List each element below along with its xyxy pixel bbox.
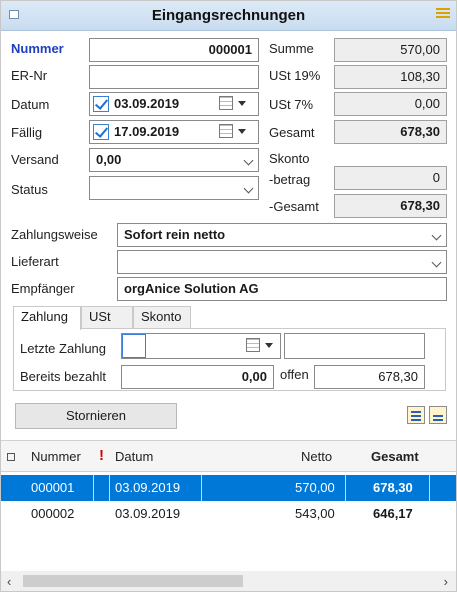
cell-gesamt: 646,17 [373,506,413,521]
tab-ust[interactable]: USt [81,306,133,328]
column-flag[interactable]: ! [99,447,104,464]
column-netto[interactable]: Netto [301,449,332,464]
export-icon[interactable] [407,406,425,424]
cell-netto: 543,00 [295,506,335,521]
zahlung-panel: Letzte Zahlung Bereits bezahlt 0,00 offe… [13,328,446,391]
versand-label: Versand [11,152,59,167]
chevron-down-icon[interactable] [431,230,442,241]
chevron-down-icon[interactable] [243,155,254,166]
status-label: Status [11,182,48,197]
select-all-checkbox[interactable] [7,453,15,461]
scrollbar-thumb[interactable] [23,575,243,587]
cell-gesamt: 678,30 [373,480,413,495]
empfaenger-field[interactable]: orgAnice Solution AG [117,277,447,301]
scroll-right-icon[interactable]: › [444,574,448,589]
nummer-field[interactable]: 000001 [89,38,259,62]
ust19-label: USt 19% [269,68,321,83]
calendar-icon[interactable] [219,124,233,138]
invoice-window: Eingangsrechnungen Nummer 000001 ER-Nr D… [0,0,457,592]
lieferart-label: Lieferart [11,254,59,269]
offen-label: offen [280,367,309,382]
lieferart-dropdown[interactable] [117,250,447,274]
zahlungsweise-label: Zahlungsweise [11,227,98,242]
table-row[interactable]: 000002 03.09.2019 543,00 646,17 [1,501,456,527]
horizontal-scrollbar[interactable]: ‹ › [1,571,456,591]
cell-nummer: 000002 [31,506,75,521]
tab-zahlung[interactable]: Zahlung [13,306,81,330]
menu-icon[interactable] [436,8,450,22]
table-header: Nummer ! Datum Netto Gesamt [1,440,456,472]
ernr-field[interactable] [89,65,259,89]
chevron-down-icon[interactable] [238,129,246,134]
chevron-down-icon[interactable] [431,257,442,268]
window-title: Eingangsrechnungen [151,7,306,24]
skonto-gesamt-label: -Gesamt [269,199,319,214]
summe-label: Summe [269,41,314,56]
skonto-betrag-field: 0 [334,166,447,190]
skonto-betrag-label: -betrag [269,172,311,187]
ust7-label: USt 7% [269,97,314,112]
ust19-field: 108,30 [334,65,447,89]
column-datum[interactable]: Datum [115,449,153,464]
letzte-zahlung-extra[interactable] [284,333,425,359]
chevron-down-icon[interactable] [238,101,246,106]
zahlungsweise-dropdown[interactable]: Sofort rein netto [117,223,447,247]
status-dropdown[interactable] [89,176,259,200]
bereits-bezahlt-field[interactable]: 0,00 [121,365,274,389]
versand-dropdown[interactable]: 0,00 [89,148,259,172]
letzte-zahlung-checkbox[interactable] [122,334,146,358]
datum-checkbox[interactable] [93,96,109,112]
offen-field: 678,30 [314,365,425,389]
column-gesamt[interactable]: Gesamt [371,449,419,464]
table-row[interactable]: 000001 03.09.2019 570,00 678,30 [1,475,456,501]
cell-nummer: 000001 [31,480,75,495]
nummer-label: Nummer [11,41,64,56]
calendar-icon[interactable] [219,96,233,110]
summe-field: 570,00 [334,38,447,62]
letzte-zahlung-date[interactable] [121,333,281,359]
gesamt-field: 678,30 [334,120,447,144]
zahlungsweise-value: Sofort rein netto [124,227,226,242]
datum-label: Datum [11,97,50,112]
ust7-field: 0,00 [334,92,447,116]
tab-skonto[interactable]: Skonto [133,306,191,328]
gesamt-label: Gesamt [269,125,315,140]
cell-datum: 03.09.2019 [115,480,181,495]
faellig-label: Fällig [11,125,43,140]
datum-value: 03.09.2019 [114,96,180,111]
title-bar: Eingangsrechnungen [1,1,456,31]
versand-value: 0,00 [96,152,122,167]
datum-field[interactable]: 03.09.2019 [89,92,259,116]
chevron-down-icon[interactable] [265,343,273,348]
cell-netto: 570,00 [295,480,335,495]
bereits-bezahlt-label: Bereits bezahlt [20,369,106,384]
calendar-icon[interactable] [246,338,260,352]
empfaenger-label: Empfänger [11,281,75,296]
chevron-down-icon[interactable] [243,183,254,194]
faellig-checkbox[interactable] [93,124,109,140]
skonto-label: Skonto [269,151,310,166]
faellig-field[interactable]: 17.09.2019 [89,120,259,144]
column-nummer[interactable]: Nummer [31,449,81,464]
skonto-gesamt-field: 678,30 [334,194,447,218]
cell-datum: 03.09.2019 [115,506,181,521]
scroll-left-icon[interactable]: ‹ [7,574,11,589]
import-icon[interactable] [429,406,447,424]
ernr-label: ER-Nr [11,68,48,83]
stornieren-button[interactable]: Stornieren [15,403,177,429]
faellig-value: 17.09.2019 [114,124,180,139]
letzte-zahlung-label: Letzte Zahlung [20,341,107,356]
